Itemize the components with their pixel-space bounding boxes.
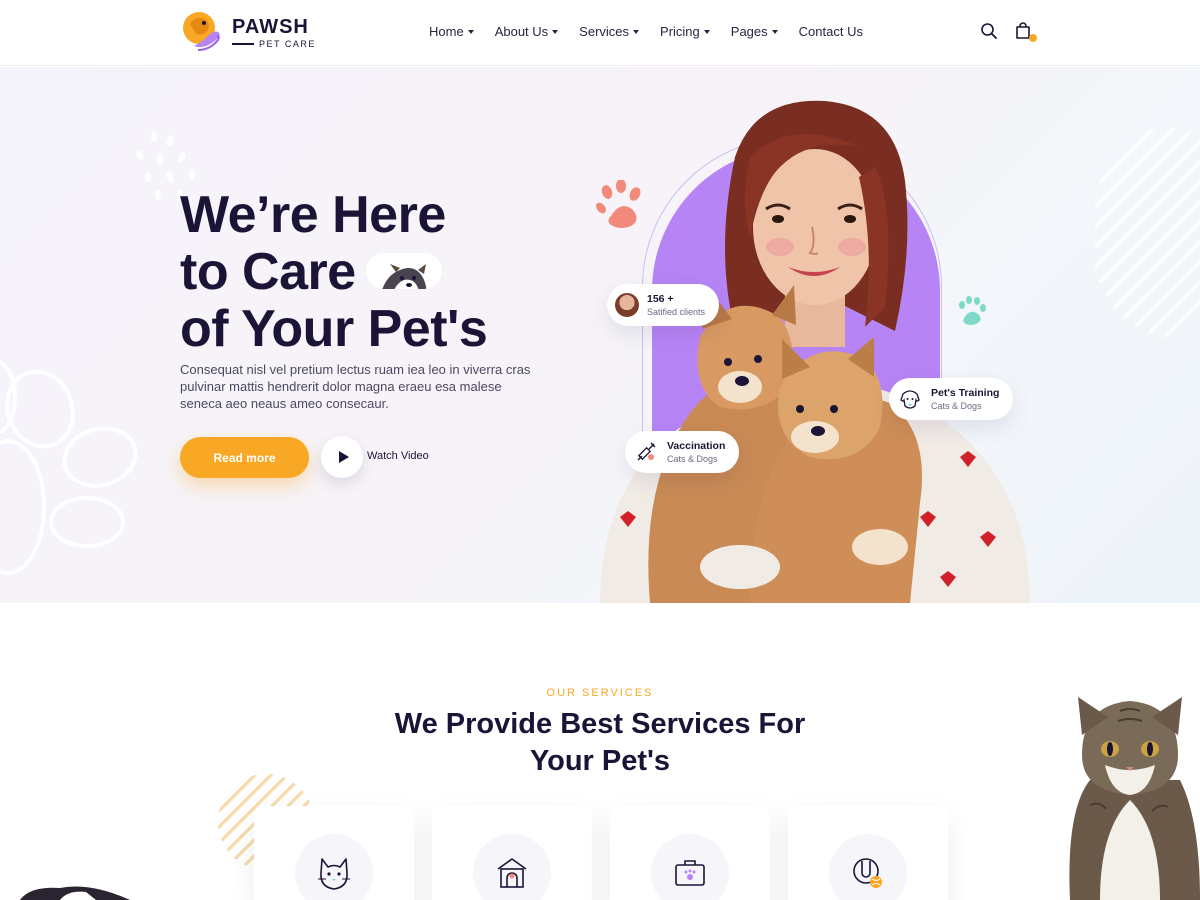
tabby-cat-image	[1069, 697, 1200, 900]
pet-house-icon	[473, 834, 551, 900]
brand-name: PAWSH	[232, 15, 309, 38]
paw-print-orange-icon	[596, 180, 641, 228]
service-card-transport[interactable]	[610, 806, 770, 900]
training-title: Pet's Training	[931, 386, 1000, 399]
dog-partial-image	[20, 886, 130, 900]
nav-item-pricing[interactable]: Pricing	[660, 24, 710, 39]
services-eyebrow: OUR SERVICES	[546, 687, 654, 699]
nav-item-pages[interactable]: Pages	[731, 24, 778, 39]
syringe-icon	[633, 439, 659, 465]
hero-headline-line-1: We’re Here	[180, 186, 446, 244]
clients-count: 156 +	[647, 292, 674, 305]
hero-section: We’re Here to Care of Your Pet's Consequ…	[0, 67, 1200, 603]
client-avatar	[615, 293, 639, 317]
read-more-button[interactable]: Read more	[180, 437, 309, 478]
nav-item-label: Pricing	[660, 24, 700, 39]
service-card-play[interactable]	[788, 806, 948, 900]
hero-headline: We’re Here to Care of Your Pet's	[180, 186, 488, 358]
caret-down-icon	[633, 29, 640, 34]
nav-item-services[interactable]: Services	[579, 24, 640, 39]
nav-item-contact-us[interactable]: Contact Us	[799, 24, 863, 39]
satisfied-clients-chip: 156 + Satified clients	[607, 284, 720, 326]
nav-item-label: Services	[579, 24, 630, 39]
hero-image-area	[590, 97, 1040, 603]
nav-item-about-us[interactable]: About Us	[494, 24, 559, 39]
pet-carrier-icon	[651, 834, 729, 900]
main-nav: Home About Us Services Pricing Pages Con…	[429, 24, 863, 39]
nav-item-label: Pages	[730, 24, 768, 39]
dog-face-icon	[897, 386, 923, 412]
services-title: We Provide Best Services For Your Pet's	[394, 708, 806, 777]
stripe-decoration-icon	[1095, 127, 1200, 337]
pet-toy-icon	[829, 834, 907, 900]
header-actions	[980, 22, 1037, 42]
site-header: PAWSH PET CARE Home About Us Services Pr…	[0, 0, 1200, 66]
brand-tagline-row: PET CARE	[232, 39, 316, 49]
service-card-grooming[interactable]	[254, 806, 414, 900]
cat-face-icon	[295, 834, 373, 900]
clients-label: Satified clients	[647, 306, 706, 317]
search-icon[interactable]	[980, 22, 1000, 42]
vaccination-title: Vaccination	[667, 439, 726, 452]
brand-tagline: PET CARE	[259, 38, 316, 49]
nav-item-label: About Us	[494, 24, 549, 39]
nav-item-label: Contact Us	[798, 24, 863, 39]
hero-description: Consequat nisl vel pretium lectus ruam i…	[180, 362, 531, 411]
shopping-bag-icon[interactable]	[1014, 22, 1037, 42]
play-video-button[interactable]	[321, 436, 363, 478]
pets-training-chip: Pet's Training Cats & Dogs	[889, 378, 1014, 420]
vaccination-chip: Vaccination Cats & Dogs	[625, 431, 740, 473]
brand-logo[interactable]: PAWSH PET CARE	[180, 10, 316, 54]
training-subtitle: Cats & Dogs	[931, 400, 982, 411]
caret-down-icon	[552, 29, 559, 34]
paw-outline-decoration-icon	[0, 359, 138, 575]
cart-count-badge	[1029, 34, 1037, 42]
nav-item-home[interactable]: Home	[429, 24, 474, 39]
paw-print-teal-icon	[959, 296, 986, 325]
play-icon	[338, 451, 349, 463]
caret-down-icon	[771, 29, 778, 34]
vaccination-subtitle: Cats & Dogs	[667, 453, 718, 464]
watch-video-link[interactable]: Watch Video	[367, 450, 429, 462]
paw-hand-logo-icon	[180, 10, 224, 54]
hero-headline-line-3: of Your Pet's	[180, 300, 488, 358]
hero-headline-line-2: to Care	[180, 243, 356, 301]
service-card-boarding[interactable]	[432, 806, 592, 900]
dog-thumbnail	[365, 253, 442, 290]
nav-item-label: Home	[429, 24, 464, 39]
woman-holding-puppies-image	[600, 100, 1030, 603]
hero-headline-line-2-row: to Care	[180, 244, 487, 301]
tagline-divider	[232, 42, 254, 45]
caret-down-icon	[703, 29, 710, 34]
caret-down-icon	[467, 29, 474, 34]
